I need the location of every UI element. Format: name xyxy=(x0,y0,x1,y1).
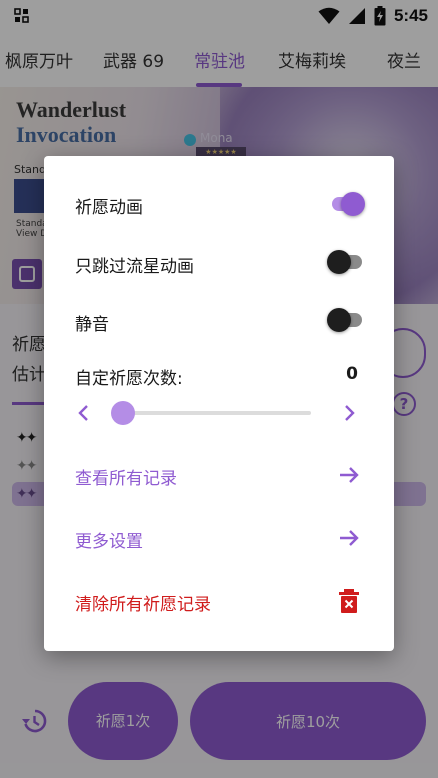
count-slider-thumb[interactable] xyxy=(111,401,135,425)
settings-dialog: 祈愿动画 只跳过流星动画 静音 自定祈愿次数: 0 查看所有记录 更多设置 清除… xyxy=(44,156,394,651)
skip-meteor-label: 只跳过流星动画 xyxy=(75,257,194,277)
more-settings-link[interactable]: 更多设置 xyxy=(75,527,143,552)
mute-toggle[interactable] xyxy=(327,308,363,332)
view-all-records-link[interactable]: 查看所有记录 xyxy=(75,464,177,489)
arrow-right-icon[interactable] xyxy=(337,463,361,487)
chevron-right-icon[interactable] xyxy=(339,401,359,425)
wish-animation-toggle[interactable] xyxy=(329,192,365,216)
wish-animation-label: 祈愿动画 xyxy=(75,198,143,218)
clear-all-records-button[interactable]: 清除所有祈愿记录 xyxy=(75,590,211,615)
count-slider-track[interactable] xyxy=(122,411,311,415)
custom-count-value: 0 xyxy=(346,364,358,384)
chevron-left-icon[interactable] xyxy=(74,401,94,425)
skip-meteor-toggle[interactable] xyxy=(327,250,363,274)
custom-count-label: 自定祈愿次数: xyxy=(75,369,183,389)
delete-icon[interactable] xyxy=(338,588,360,614)
mute-label: 静音 xyxy=(75,315,109,335)
arrow-right-icon[interactable] xyxy=(337,526,361,550)
